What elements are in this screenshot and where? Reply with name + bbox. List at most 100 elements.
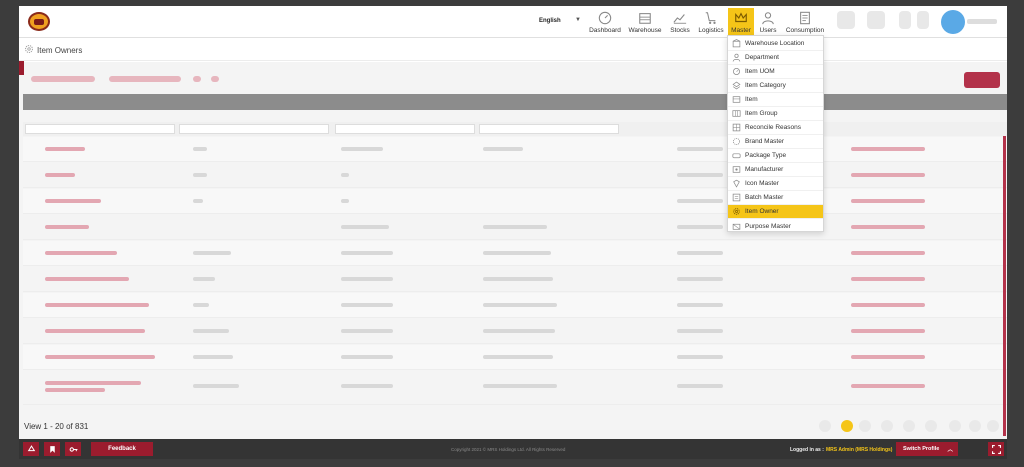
pager-page[interactable] bbox=[881, 420, 893, 432]
menu-item-item[interactable]: Item bbox=[728, 93, 823, 107]
master-dropdown-menu: Warehouse Location Department Item UOM I… bbox=[727, 35, 824, 232]
chevron-down-icon[interactable]: ▼ bbox=[575, 17, 581, 23]
menu-item-warehouse-location[interactable]: Warehouse Location bbox=[728, 37, 823, 51]
toolbar-action-1[interactable] bbox=[31, 76, 95, 82]
pager-size[interactable] bbox=[987, 420, 999, 432]
pager-last[interactable] bbox=[969, 420, 981, 432]
table-row[interactable] bbox=[23, 241, 1007, 266]
menu-item-department[interactable]: Department bbox=[728, 51, 823, 65]
side-toggle-tab[interactable] bbox=[19, 61, 24, 75]
batch-icon bbox=[732, 193, 741, 202]
bookmark-button[interactable] bbox=[44, 442, 60, 456]
pager-next[interactable] bbox=[949, 420, 961, 432]
stocks-icon bbox=[673, 14, 687, 24]
dashboard-icon bbox=[598, 11, 612, 25]
vertical-scrollbar[interactable] bbox=[1003, 136, 1006, 436]
menu-item-label: Reconcile Reasons bbox=[745, 124, 802, 131]
menu-item-reconcile-reasons[interactable]: Reconcile Reasons bbox=[728, 121, 823, 135]
company-logo[interactable] bbox=[28, 12, 50, 31]
nav-users[interactable]: Users bbox=[756, 8, 780, 36]
add-button[interactable] bbox=[964, 72, 1000, 88]
copyright-text: Copyright 2021 © MRS Holdings Ltd. All R… bbox=[451, 447, 566, 452]
menu-item-item-group[interactable]: Item Group bbox=[728, 107, 823, 121]
gear-icon bbox=[733, 208, 740, 215]
menu-item-label: Item Group bbox=[745, 110, 778, 117]
nav-master[interactable]: Master bbox=[728, 8, 754, 36]
gear-icon bbox=[25, 45, 33, 53]
filter-input[interactable] bbox=[479, 124, 619, 134]
recycle-button[interactable] bbox=[23, 442, 39, 456]
page-title: Item Owners bbox=[37, 46, 83, 55]
menu-item-label: Item bbox=[745, 96, 758, 103]
table-row[interactable] bbox=[23, 345, 1007, 370]
table-row[interactable] bbox=[23, 293, 1007, 318]
menu-item-item-owner[interactable]: Item Owner bbox=[728, 205, 823, 219]
crown-icon bbox=[735, 12, 747, 23]
nav-logistics[interactable]: Logistics bbox=[695, 8, 727, 36]
table-row[interactable] bbox=[23, 371, 1007, 405]
nav-stocks[interactable]: Stocks bbox=[667, 8, 693, 36]
nav-master-label: Master bbox=[731, 27, 751, 34]
menu-item-label: Purpose Master bbox=[745, 222, 791, 230]
switch-profile-label: Switch Profile bbox=[903, 446, 940, 452]
nav-extra-1-icon[interactable] bbox=[837, 11, 855, 29]
pager-current[interactable] bbox=[841, 420, 853, 432]
menu-item-package-type[interactable]: Package Type bbox=[728, 149, 823, 163]
menu-item-item-uom[interactable]: Item UOM bbox=[728, 65, 823, 79]
pager-prev[interactable] bbox=[819, 420, 831, 432]
filter-input[interactable] bbox=[179, 124, 329, 134]
breadcrumb: Item Owners bbox=[19, 39, 1007, 61]
filter-input[interactable] bbox=[25, 124, 175, 134]
menu-item-item-category[interactable]: Item Category bbox=[728, 79, 823, 93]
toolbar-action-3[interactable] bbox=[193, 76, 201, 82]
menu-item-label: Package Type bbox=[745, 152, 787, 159]
profile-name-blurred[interactable] bbox=[967, 19, 997, 24]
nav-extra-2-icon[interactable] bbox=[867, 11, 885, 29]
switch-profile-button[interactable]: Switch Profile ︿ bbox=[896, 442, 958, 456]
filter-input[interactable] bbox=[335, 124, 475, 134]
document-icon bbox=[800, 11, 810, 25]
table-row[interactable] bbox=[23, 319, 1007, 344]
footer-bar: Feedback Copyright 2021 © MRS Holdings L… bbox=[19, 439, 1007, 459]
menu-item-batch-master[interactable]: Batch Master bbox=[728, 191, 823, 205]
nav-consumption[interactable]: Consumption bbox=[783, 8, 827, 36]
location-icon bbox=[732, 39, 741, 48]
nav-dashboard[interactable]: Dashboard bbox=[586, 8, 624, 36]
grid-filter-row bbox=[23, 122, 1007, 136]
package-icon bbox=[732, 153, 741, 159]
menu-item-purpose-master[interactable]: Purpose Master bbox=[728, 219, 823, 233]
key-button[interactable] bbox=[65, 442, 81, 456]
avatar[interactable] bbox=[941, 10, 965, 34]
table-row[interactable] bbox=[23, 189, 1007, 214]
menu-item-brand-master[interactable]: Brand Master bbox=[728, 135, 823, 149]
menu-item-manufacturer[interactable]: Manufacturer bbox=[728, 163, 823, 177]
category-icon bbox=[732, 81, 741, 90]
nav-extra-3-icon[interactable] bbox=[899, 11, 911, 29]
menu-item-label: Item Owner bbox=[745, 208, 779, 215]
nav-warehouse[interactable]: Warehouse bbox=[625, 8, 665, 36]
nav-consumption-label: Consumption bbox=[785, 27, 825, 34]
nav-logistics-label: Logistics bbox=[698, 27, 724, 34]
chevron-up-icon: ︿ bbox=[947, 447, 953, 453]
pager-page[interactable] bbox=[925, 420, 937, 432]
pager-page[interactable] bbox=[859, 420, 871, 432]
menu-item-label: Warehouse Location bbox=[745, 40, 805, 47]
nav-extra-4-icon[interactable] bbox=[917, 11, 929, 29]
fullscreen-button[interactable] bbox=[988, 442, 1004, 456]
feedback-button[interactable]: Feedback bbox=[91, 442, 153, 456]
toolbar-action-4[interactable] bbox=[211, 76, 219, 82]
purpose-icon bbox=[732, 223, 741, 230]
grid-header-row bbox=[23, 94, 1007, 110]
table-row[interactable] bbox=[23, 137, 1007, 162]
pager-page[interactable] bbox=[903, 420, 915, 432]
grid-toolbar bbox=[25, 76, 225, 84]
toolbar-action-2[interactable] bbox=[109, 76, 181, 82]
table-row[interactable] bbox=[23, 267, 1007, 292]
table-row[interactable] bbox=[23, 215, 1007, 240]
logged-in-user: MRS Admin (MRS Holdings) bbox=[826, 447, 893, 453]
menu-item-icon-master[interactable]: Icon Master bbox=[728, 177, 823, 191]
language-select[interactable]: English bbox=[539, 18, 561, 24]
nav-users-label: Users bbox=[759, 27, 777, 34]
table-row[interactable] bbox=[23, 163, 1007, 188]
key-icon bbox=[69, 446, 77, 452]
